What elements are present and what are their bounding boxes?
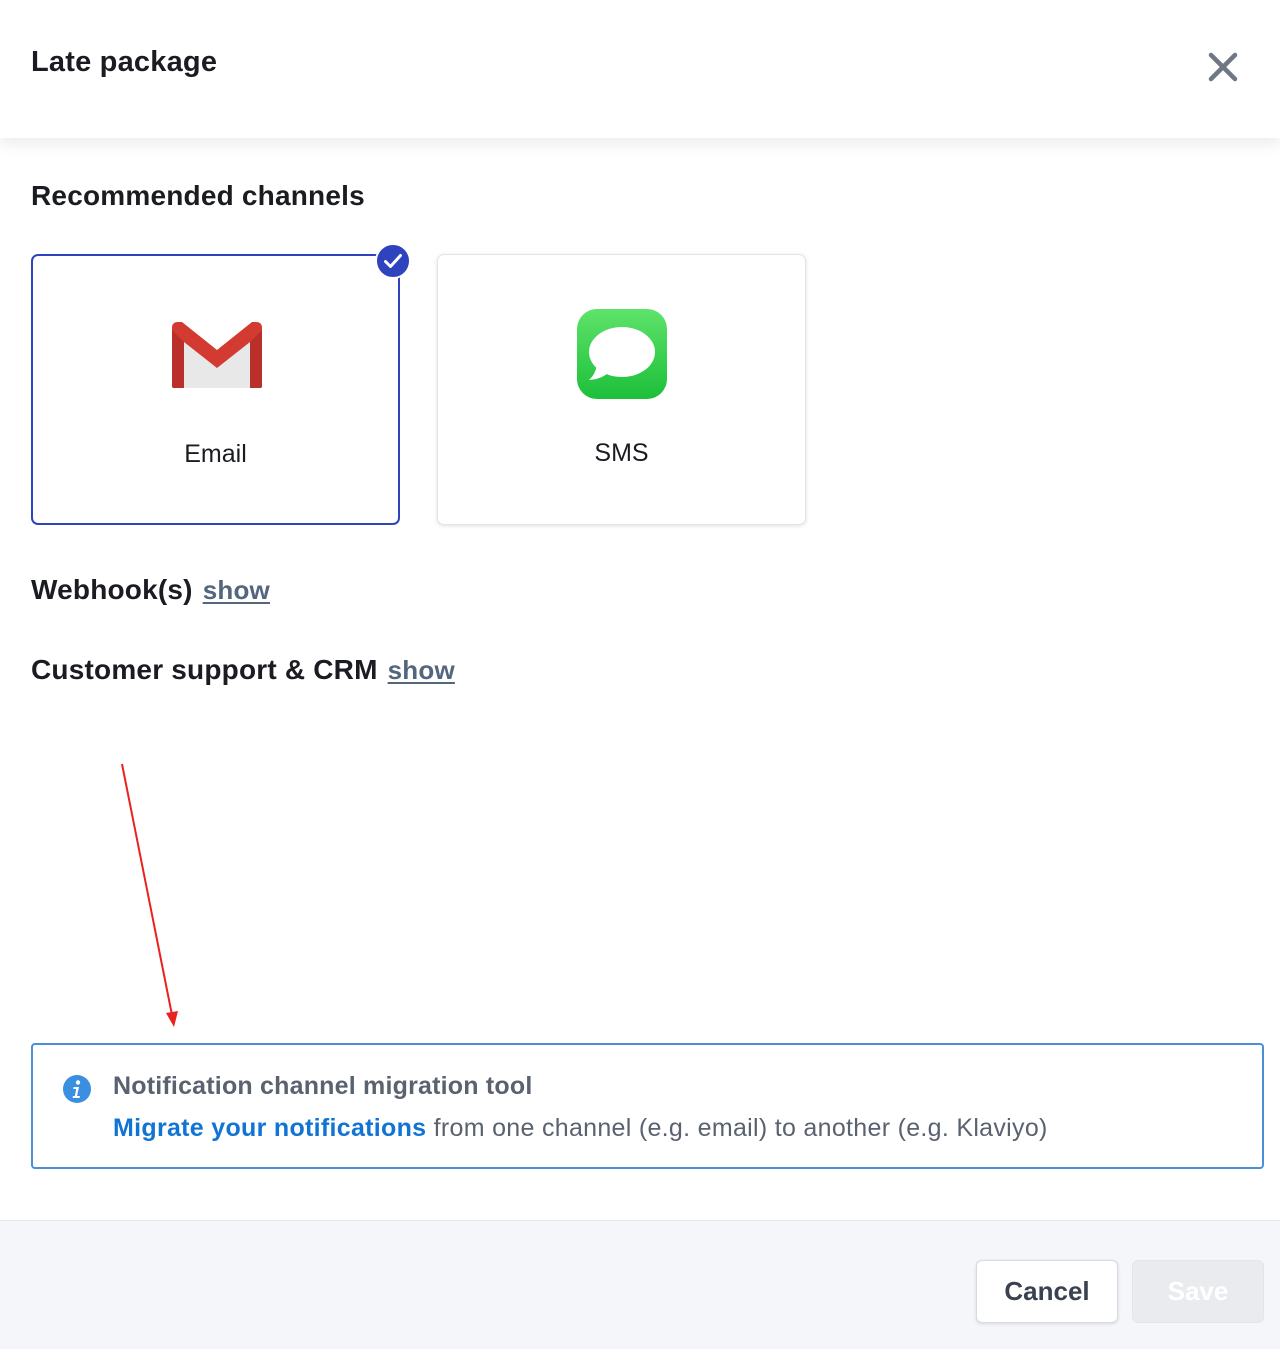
modal-footer: Cancel Save <box>0 1220 1280 1349</box>
messages-icon <box>577 309 667 399</box>
migrate-notifications-link[interactable]: Migrate your notifications <box>113 1114 426 1142</box>
crm-title: Customer support & CRM <box>31 654 378 685</box>
notification-modal: Late package Recommended channels Email <box>0 0 1280 1349</box>
cancel-button[interactable]: Cancel <box>976 1260 1118 1323</box>
channel-card-email[interactable]: Email <box>31 254 400 525</box>
save-button[interactable]: Save <box>1132 1260 1264 1323</box>
close-icon <box>1208 52 1238 82</box>
callout-title: Notification channel migration tool <box>113 1072 533 1100</box>
recommended-channels-title: Recommended channels <box>31 180 365 211</box>
selected-check-icon <box>375 243 411 279</box>
webhooks-title: Webhook(s) <box>31 574 193 605</box>
close-button[interactable] <box>1201 45 1245 89</box>
crm-show-link[interactable]: show <box>388 655 455 685</box>
modal-header: Late package <box>0 0 1280 138</box>
callout-body: Migrate your notifications from one chan… <box>113 1114 1048 1143</box>
modal-title: Late package <box>31 46 218 78</box>
migration-callout: Notification channel migration tool Migr… <box>31 1043 1264 1169</box>
channel-label-sms: SMS <box>594 439 649 467</box>
annotation-arrow <box>121 763 178 1027</box>
info-icon <box>63 1075 91 1103</box>
webhooks-show-link[interactable]: show <box>203 575 270 605</box>
channel-label-email: Email <box>184 440 247 468</box>
webhooks-section: Webhook(s) show <box>31 574 270 606</box>
channel-card-sms[interactable]: SMS <box>437 254 806 525</box>
callout-text: from one channel (e.g. email) to another… <box>426 1114 1048 1142</box>
crm-section: Customer support & CRM show <box>31 654 455 686</box>
gmail-icon <box>171 322 263 388</box>
